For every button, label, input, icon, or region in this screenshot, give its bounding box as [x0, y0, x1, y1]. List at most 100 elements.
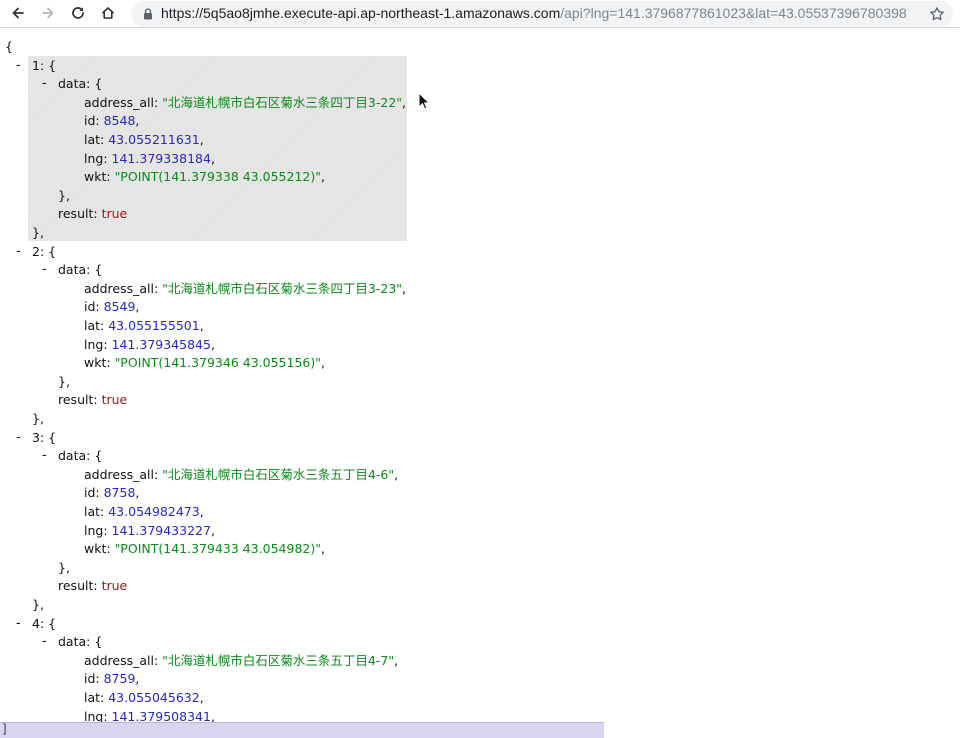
field-value-address_all: "北海道札幌市白石区菊水三条四丁目3-22": [162, 95, 403, 110]
colon: :: [153, 653, 163, 668]
field-key-address_all: address_all: [84, 653, 154, 668]
comma: ,: [135, 113, 140, 128]
colon: :: [95, 113, 104, 128]
colon: :: [95, 299, 104, 314]
field-key-lat: lat: [84, 690, 101, 705]
field-value-id: 8759: [103, 671, 136, 686]
field-result: result: true: [58, 391, 127, 409]
colon: :: [93, 206, 102, 221]
comma: ,: [199, 504, 204, 519]
url-text: https://5q5ao8jmhe.execute-api.ap-northe…: [161, 5, 907, 21]
data-key: data: [58, 262, 87, 277]
collapse-toggle-data[interactable]: -: [42, 447, 52, 465]
field-value-id: 8758: [103, 485, 136, 500]
field-value-lat: 43.055211631: [108, 132, 200, 147]
field-lat: lat: 43.055155501,: [84, 317, 204, 335]
status-bar: ]: [0, 722, 604, 738]
comma: ,: [320, 355, 325, 370]
comma: ,: [394, 653, 399, 668]
field-key-lat: lat: [84, 504, 101, 519]
root-open-brace: {: [5, 39, 13, 54]
field-value-wkt: "POINT(141.379338 43.055212)": [114, 169, 321, 184]
field-address_all: address_all: "北海道札幌市白石区菊水三条四丁目3-22",: [84, 94, 406, 112]
collapse-toggle-data[interactable]: -: [42, 261, 52, 279]
field-key-id: id: [84, 113, 96, 128]
back-button[interactable]: [8, 3, 28, 23]
field-key-id: id: [84, 299, 96, 314]
comma: ,: [199, 690, 204, 705]
field-key-address_all: address_all: [84, 95, 154, 110]
collapse-toggle-data[interactable]: -: [42, 633, 52, 651]
lock-icon: [144, 8, 152, 20]
field-value-result: true: [101, 578, 128, 593]
json-viewer: { -1: {- data: {address_all: "北海道札幌市白石区菊水…: [0, 38, 960, 724]
colon: :: [106, 355, 115, 370]
field-result: result: true: [58, 205, 127, 223]
forward-icon: [42, 7, 54, 19]
home-button[interactable]: [98, 3, 118, 23]
colon-brace: : {: [86, 76, 103, 91]
comma: ,: [402, 95, 407, 110]
field-key-id: id: [84, 671, 96, 686]
star-icon[interactable]: [929, 6, 945, 22]
field-id: id: 8758,: [84, 484, 139, 502]
collapse-toggle-item[interactable]: -: [16, 243, 26, 261]
data-key-line: data: {: [58, 75, 102, 93]
data-key: data: [58, 634, 87, 649]
colon: :: [100, 504, 109, 519]
colon: :: [95, 671, 104, 686]
field-key-lat: lat: [84, 318, 101, 333]
colon-brace: : {: [39, 616, 57, 631]
colon-brace: : {: [86, 262, 103, 277]
item-close: },: [32, 597, 44, 612]
collapse-toggle-data[interactable]: -: [42, 75, 52, 93]
colon-brace: : {: [39, 58, 57, 73]
comma: ,: [402, 281, 407, 296]
field-key-lng: lng: [84, 151, 104, 166]
address-bar[interactable]: https://5q5ao8jmhe.execute-api.ap-northe…: [131, 1, 953, 27]
data-key-line: data: {: [58, 261, 102, 279]
field-lng: lng: 141.379345845,: [84, 336, 215, 354]
field-value-result: true: [101, 392, 128, 407]
collapse-toggle-item[interactable]: -: [16, 57, 26, 75]
data-key: data: [58, 76, 87, 91]
field-value-wkt: "POINT(141.379346 43.055156)": [114, 355, 321, 370]
item-key-line: 2: {: [32, 243, 56, 261]
data-key-line: data: {: [58, 633, 102, 651]
comma: ,: [394, 467, 399, 482]
item-key: 2: [32, 244, 40, 259]
colon: :: [93, 392, 102, 407]
data-key: data: [58, 448, 87, 463]
item-close: },: [32, 225, 44, 240]
field-key-lng: lng: [84, 337, 104, 352]
field-value-address_all: "北海道札幌市白石区菊水三条四丁目3-23": [162, 281, 403, 296]
colon-brace: : {: [86, 448, 103, 463]
field-value-address_all: "北海道札幌市白石区菊水三条五丁目4-7": [162, 653, 395, 668]
url-path: /api?lng=141.3796877861023&lat=43.055373…: [560, 5, 907, 21]
browser-toolbar: https://5q5ao8jmhe.execute-api.ap-northe…: [0, 0, 960, 28]
field-address_all: address_all: "北海道札幌市白石区菊水三条四丁目3-23",: [84, 280, 406, 298]
colon-brace: : {: [39, 244, 57, 259]
home-icon: [101, 7, 115, 19]
colon: :: [103, 337, 112, 352]
reload-button[interactable]: [68, 3, 88, 23]
collapse-toggle-item[interactable]: -: [16, 429, 26, 447]
field-key-id: id: [84, 485, 96, 500]
field-value-wkt: "POINT(141.379433 43.054982)": [114, 541, 321, 556]
field-key-lat: lat: [84, 132, 101, 147]
forward-button[interactable]: [38, 3, 58, 23]
colon: :: [106, 541, 115, 556]
item-key: 3: [32, 430, 40, 445]
field-value-lng: 141.379345845: [111, 337, 211, 352]
field-address_all: address_all: "北海道札幌市白石区菊水三条五丁目4-7",: [84, 652, 398, 670]
field-key-address_all: address_all: [84, 281, 154, 296]
comma: ,: [135, 671, 140, 686]
field-id: id: 8549,: [84, 298, 139, 316]
data-close: },: [58, 560, 70, 575]
colon: :: [103, 523, 112, 538]
colon: :: [100, 690, 109, 705]
collapse-toggle-item[interactable]: -: [16, 615, 26, 633]
colon: :: [153, 281, 163, 296]
data-close: },: [58, 188, 70, 203]
item-key: 4: [32, 616, 40, 631]
